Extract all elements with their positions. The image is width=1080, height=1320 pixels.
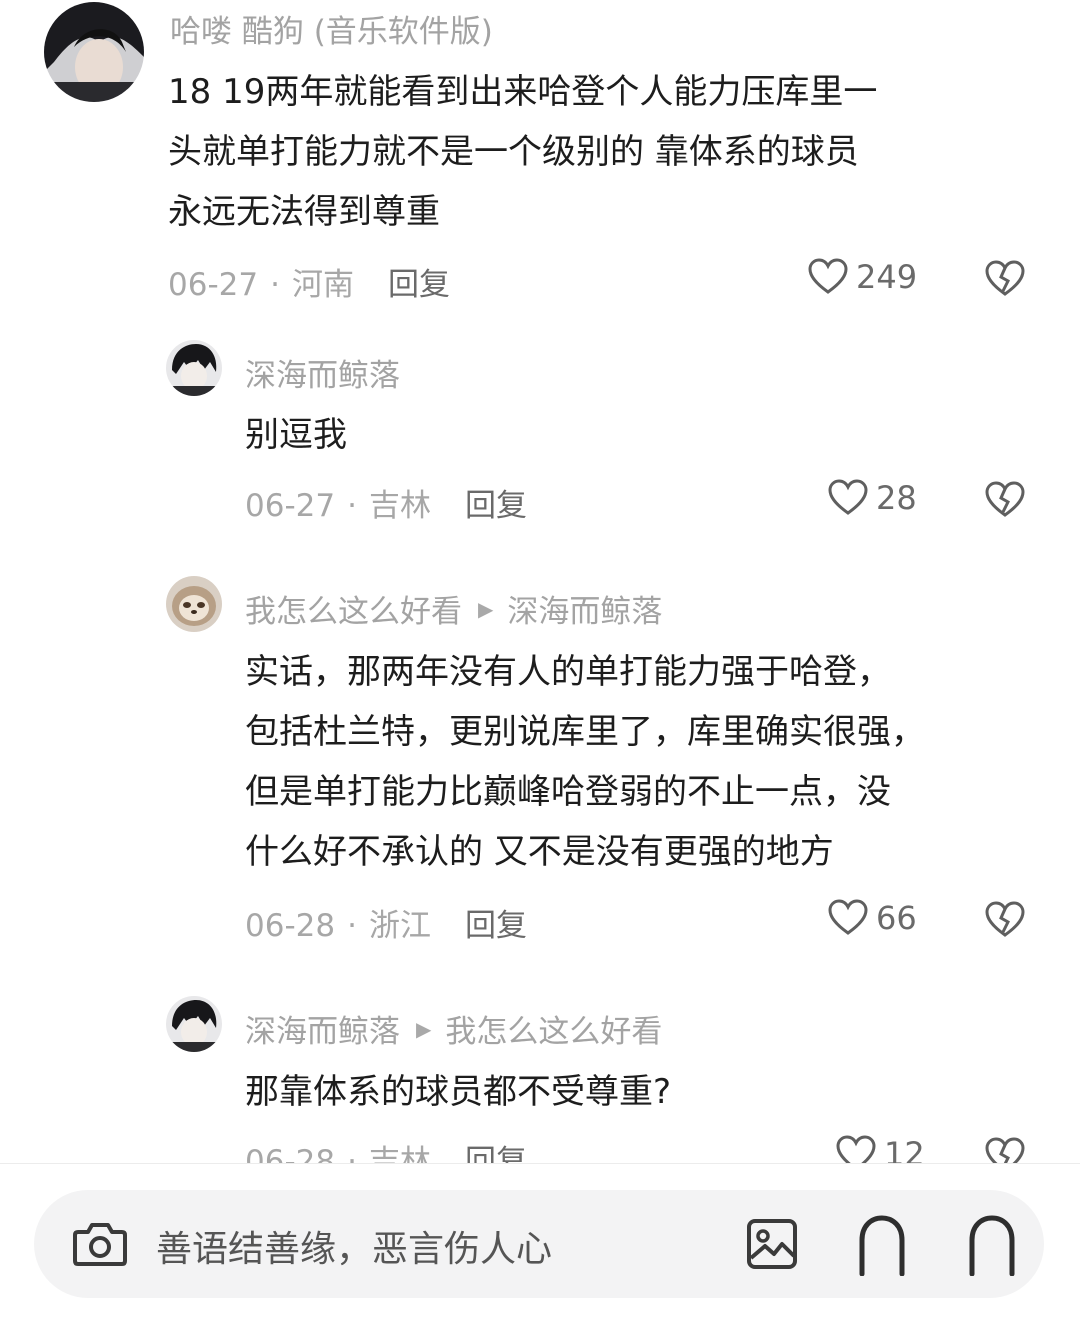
heart-icon (828, 899, 868, 935)
author-name[interactable]: 我怎么这么好看 (245, 586, 462, 631)
reply-button[interactable]: 回复 (465, 488, 527, 524)
comment-date: 06-27 (245, 488, 336, 524)
like-count: 249 (856, 258, 918, 296)
like-button[interactable]: 66 (828, 899, 917, 937)
heart-icon (828, 479, 868, 515)
camera-icon[interactable] (72, 1218, 128, 1268)
reply-button[interactable]: 回复 (465, 908, 527, 944)
comment-author[interactable]: 深海而鲸落 (245, 350, 400, 395)
comment-author[interactable]: 深海而鲸落 ▶ 我怎么这么好看 (245, 1006, 662, 1051)
arch-icon[interactable] (856, 1214, 908, 1276)
avatar[interactable] (166, 576, 222, 632)
comment-text: 别逗我 (245, 405, 347, 465)
avatar[interactable] (166, 996, 222, 1052)
comment-line: 实话，那两年没有人的单打能力强于哈登， (245, 652, 891, 692)
avatar[interactable] (166, 340, 222, 396)
author-name[interactable]: 深海而鲸落 (245, 350, 400, 395)
comment-date: 06-27 (168, 267, 259, 303)
avatar-anime-portrait (44, 2, 144, 102)
reply-to-name[interactable]: 深海而鲸落 (507, 586, 662, 631)
comment-line: 18 19两年就能看到出来哈登个人能力压库里一 (168, 72, 878, 112)
arch-icon[interactable] (966, 1214, 1018, 1276)
reply-arrow-icon: ▶ (478, 596, 494, 621)
meta-separator: · (270, 267, 280, 303)
comment-line: 别逗我 (245, 415, 347, 455)
reply-arrow-icon: ▶ (416, 1016, 432, 1041)
broken-heart-icon[interactable] (985, 901, 1025, 939)
like-button[interactable]: 28 (828, 479, 917, 517)
heart-icon (808, 258, 848, 294)
comment-line: 那靠体系的球员都不受尊重? (245, 1072, 672, 1112)
avatar-character (166, 996, 222, 1052)
comment-date: 06-28 (245, 908, 336, 944)
avatar-character (166, 340, 222, 396)
image-icon[interactable] (746, 1218, 798, 1270)
comment-input-bar: 善语结善缘，恶言伤人心 (0, 1163, 1080, 1320)
comment-location: 河南 (291, 267, 354, 303)
comment-author[interactable]: 哈喽 酷狗 (音乐软件版) (170, 6, 493, 51)
comment-line: 包括杜兰特，更别说库里了，库里确实很强， (245, 712, 925, 752)
like-count: 66 (876, 899, 917, 937)
reply-to-name[interactable]: 我怎么这么好看 (445, 1006, 662, 1051)
author-name[interactable]: 哈喽 酷狗 (音乐软件版) (170, 6, 493, 51)
reply-button[interactable]: 回复 (388, 267, 450, 303)
comment-meta: 06-27 · 吉林 回复 (245, 480, 527, 525)
comment-location: 浙江 (368, 908, 431, 944)
avatar[interactable] (44, 2, 144, 102)
meta-separator: · (347, 488, 357, 524)
comment-location: 吉林 (368, 488, 431, 524)
comment-line: 头就单打能力就不是一个级别的 靠体系的球员 (168, 132, 859, 172)
like-count: 28 (876, 479, 917, 517)
comment-meta: 06-27 · 河南 回复 (168, 259, 450, 304)
author-name[interactable]: 深海而鲸落 (245, 1006, 400, 1051)
comment-input[interactable]: 善语结善缘，恶言伤人心 (34, 1190, 1044, 1298)
comment-line: 什么好不承认的 又不是没有更强的地方 (245, 832, 834, 872)
comment-text: 18 19两年就能看到出来哈登个人能力压库里一 头就单打能力就不是一个级别的 靠… (168, 62, 877, 242)
meta-separator: · (347, 908, 357, 944)
comment-line: 永远无法得到尊重 (168, 192, 440, 232)
comment-text: 那靠体系的球员都不受尊重? (245, 1062, 671, 1122)
comment-text: 实话，那两年没有人的单打能力强于哈登， 包括杜兰特，更别说库里了，库里确实很强，… (245, 642, 925, 882)
like-button[interactable]: 249 (808, 258, 917, 296)
broken-heart-icon[interactable] (985, 260, 1025, 298)
input-placeholder: 善语结善缘，恶言伤人心 (156, 1229, 553, 1270)
comment-line: 但是单打能力比巅峰哈登弱的不止一点，没 (245, 772, 891, 812)
broken-heart-icon[interactable] (985, 481, 1025, 519)
comment-meta: 06-28 · 浙江 回复 (245, 900, 527, 945)
comment-author[interactable]: 我怎么这么好看 ▶ 深海而鲸落 (245, 586, 662, 631)
avatar-sloth (166, 576, 222, 632)
